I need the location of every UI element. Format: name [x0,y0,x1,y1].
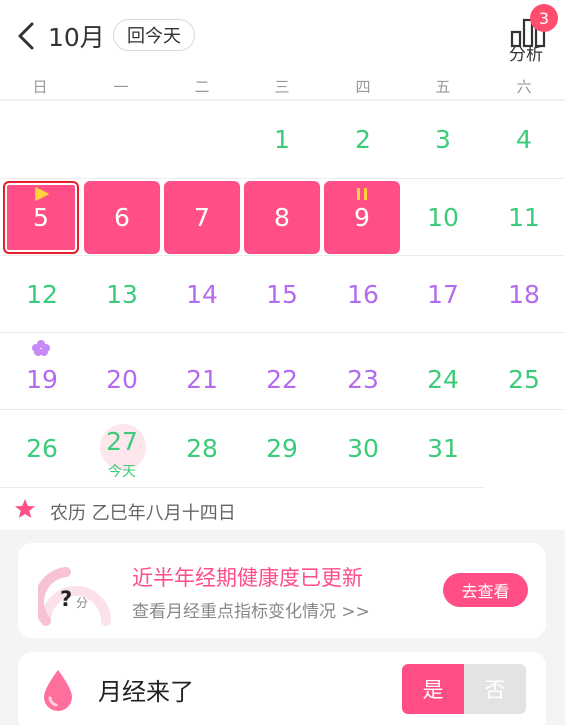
day-cell-2[interactable]: 2 [323,101,403,178]
back-to-today-button[interactable]: 回今天 [113,19,195,51]
back-arrow-icon[interactable] [12,20,40,52]
period-came-label: 月经来了 [98,678,194,706]
period-end-pause-icon [357,188,367,200]
health-score-unit: 分 [76,596,89,610]
day-cell-14[interactable]: 14 [162,256,242,333]
day-cell-26[interactable]: 26 [2,410,82,487]
day-cell-22[interactable]: 22 [242,333,322,410]
day-cell-10[interactable]: 10 [403,179,483,256]
weekday-mon: 一 [113,78,129,96]
day-cell-30[interactable]: 30 [323,410,403,487]
day-cell-18[interactable]: 18 [484,256,564,333]
day-number: 8 [274,203,290,232]
yes-button[interactable]: 是 [402,664,464,714]
day-cell-28[interactable]: 28 [162,410,242,487]
health-update-card[interactable]: ? 分 近半年经期健康度已更新 查看月经重点指标变化情况 >> 去查看 [18,543,546,638]
day-cell-7[interactable]: 7 [164,181,240,254]
day-cell-11[interactable]: 11 [484,179,564,256]
lunar-date-bar: 农历 乙巳年八月十四日 [0,488,565,530]
blood-drop-icon [44,670,72,711]
health-card-title: 近半年经期健康度已更新 [132,566,363,590]
top-bar: 10月 回今天 分析 3 [0,0,565,72]
day-cell-8[interactable]: 8 [244,181,320,254]
weekday-tue: 二 [194,78,210,96]
day-cell-31[interactable]: 31 [403,410,483,487]
analysis-badge: 3 [530,4,558,32]
day-cell-17[interactable]: 17 [403,256,483,333]
day-number: 7 [194,203,210,232]
health-score: ? [60,587,73,611]
day-cell-6[interactable]: 6 [84,181,160,254]
calendar-grid: 1 2 3 4 5 6 7 8 9 10 11 12 13 14 15 16 1… [0,101,565,488]
period-start-flag-icon [35,187,49,201]
no-button[interactable]: 否 [464,664,526,714]
day-cell-13[interactable]: 13 [82,256,162,333]
weekday-sun: 日 [32,78,48,96]
star-icon [15,499,35,518]
weekday-header: 日 一 二 三 四 五 六 [0,72,565,100]
day-cell-24[interactable]: 24 [403,333,483,410]
day-number: 5 [33,203,49,232]
day-cell-23[interactable]: 23 [323,333,403,410]
day-cell-19[interactable]: 19 [2,333,82,410]
weekday-wed: 三 [274,78,290,96]
day-number: 9 [354,203,370,232]
weekday-sat: 六 [516,78,532,96]
day-cell-25[interactable]: 25 [484,333,564,410]
weekday-thu: 四 [355,78,371,96]
day-cell-3[interactable]: 3 [403,101,483,178]
month-title[interactable]: 10月 [48,18,105,54]
day-cell-4[interactable]: 4 [484,101,564,178]
weekday-fri: 五 [435,78,451,96]
go-view-button[interactable]: 去查看 [443,573,528,607]
day-number: 6 [114,203,130,232]
day-cell-1[interactable]: 1 [242,101,322,178]
today-label: 今天 [108,464,136,480]
day-cell-29[interactable]: 29 [242,410,322,487]
day-cell-15[interactable]: 15 [242,256,322,333]
period-toggle-card: 月经来了 是 否 [18,652,546,725]
day-cell-16[interactable]: 16 [323,256,403,333]
health-card-subtitle[interactable]: 查看月经重点指标变化情况 >> [132,597,370,622]
day-cell-20[interactable]: 20 [82,333,162,410]
day-cell-21[interactable]: 21 [162,333,242,410]
lunar-date-text: 农历 乙巳年八月十四日 [50,503,236,524]
analysis-label: 分析 [509,45,543,65]
day-cell-12[interactable]: 12 [2,256,82,333]
